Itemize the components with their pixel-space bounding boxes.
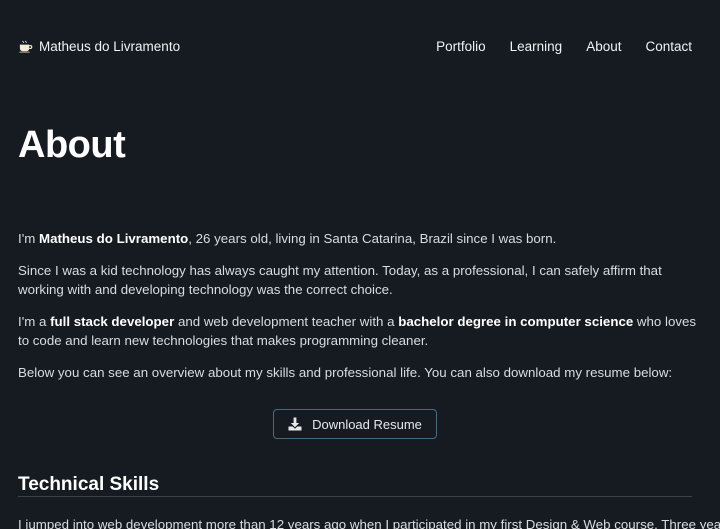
page-title: About	[18, 124, 126, 166]
download-wrapper: Download Resume	[273, 409, 437, 439]
nav-learning[interactable]: Learning	[510, 39, 563, 54]
intro-name: Matheus do Livramento	[39, 231, 189, 246]
role-middle: and web development teacher with a	[174, 313, 399, 329]
degree-highlight: bachelor degree in computer science	[398, 313, 634, 329]
intro-prefix: I'm	[18, 231, 40, 246]
role-prefix: I'm a	[18, 313, 51, 329]
role-paragraph: I'm a full stack developer and web devel…	[18, 312, 698, 351]
technical-skills-text: I jumped into web development more than …	[18, 517, 720, 529]
site-header: Matheus do Livramento Portfolio Learning…	[0, 0, 720, 92]
nav-about[interactable]: About	[586, 39, 621, 54]
intro-paragraph: I'm Matheus do Livramento, 26 years old,…	[18, 229, 698, 249]
coffee-icon	[18, 39, 33, 54]
overview-paragraph: Below you can see an overview about my s…	[18, 364, 673, 380]
technical-skills-title: Technical Skills	[18, 474, 160, 495]
page: Matheus do Livramento Portfolio Learning…	[0, 0, 720, 529]
about-content: I'm Matheus do Livramento, 26 years old,…	[18, 229, 698, 394]
nav-contact[interactable]: Contact	[645, 39, 692, 54]
intro-suffix: , 26 years old, living in Santa Catarina…	[188, 231, 557, 246]
brand-link[interactable]: Matheus do Livramento	[18, 39, 180, 54]
brand-name: Matheus do Livramento	[39, 38, 181, 54]
download-icon	[288, 417, 302, 431]
background-paragraph: Since I was a kid technology has always …	[18, 262, 662, 298]
main-nav: Portfolio Learning About Contact	[436, 39, 692, 54]
download-resume-button[interactable]: Download Resume	[273, 409, 437, 439]
download-label: Download Resume	[312, 416, 422, 432]
role-highlight: full stack developer	[50, 313, 175, 329]
nav-portfolio[interactable]: Portfolio	[436, 39, 486, 54]
section-divider	[18, 496, 692, 497]
